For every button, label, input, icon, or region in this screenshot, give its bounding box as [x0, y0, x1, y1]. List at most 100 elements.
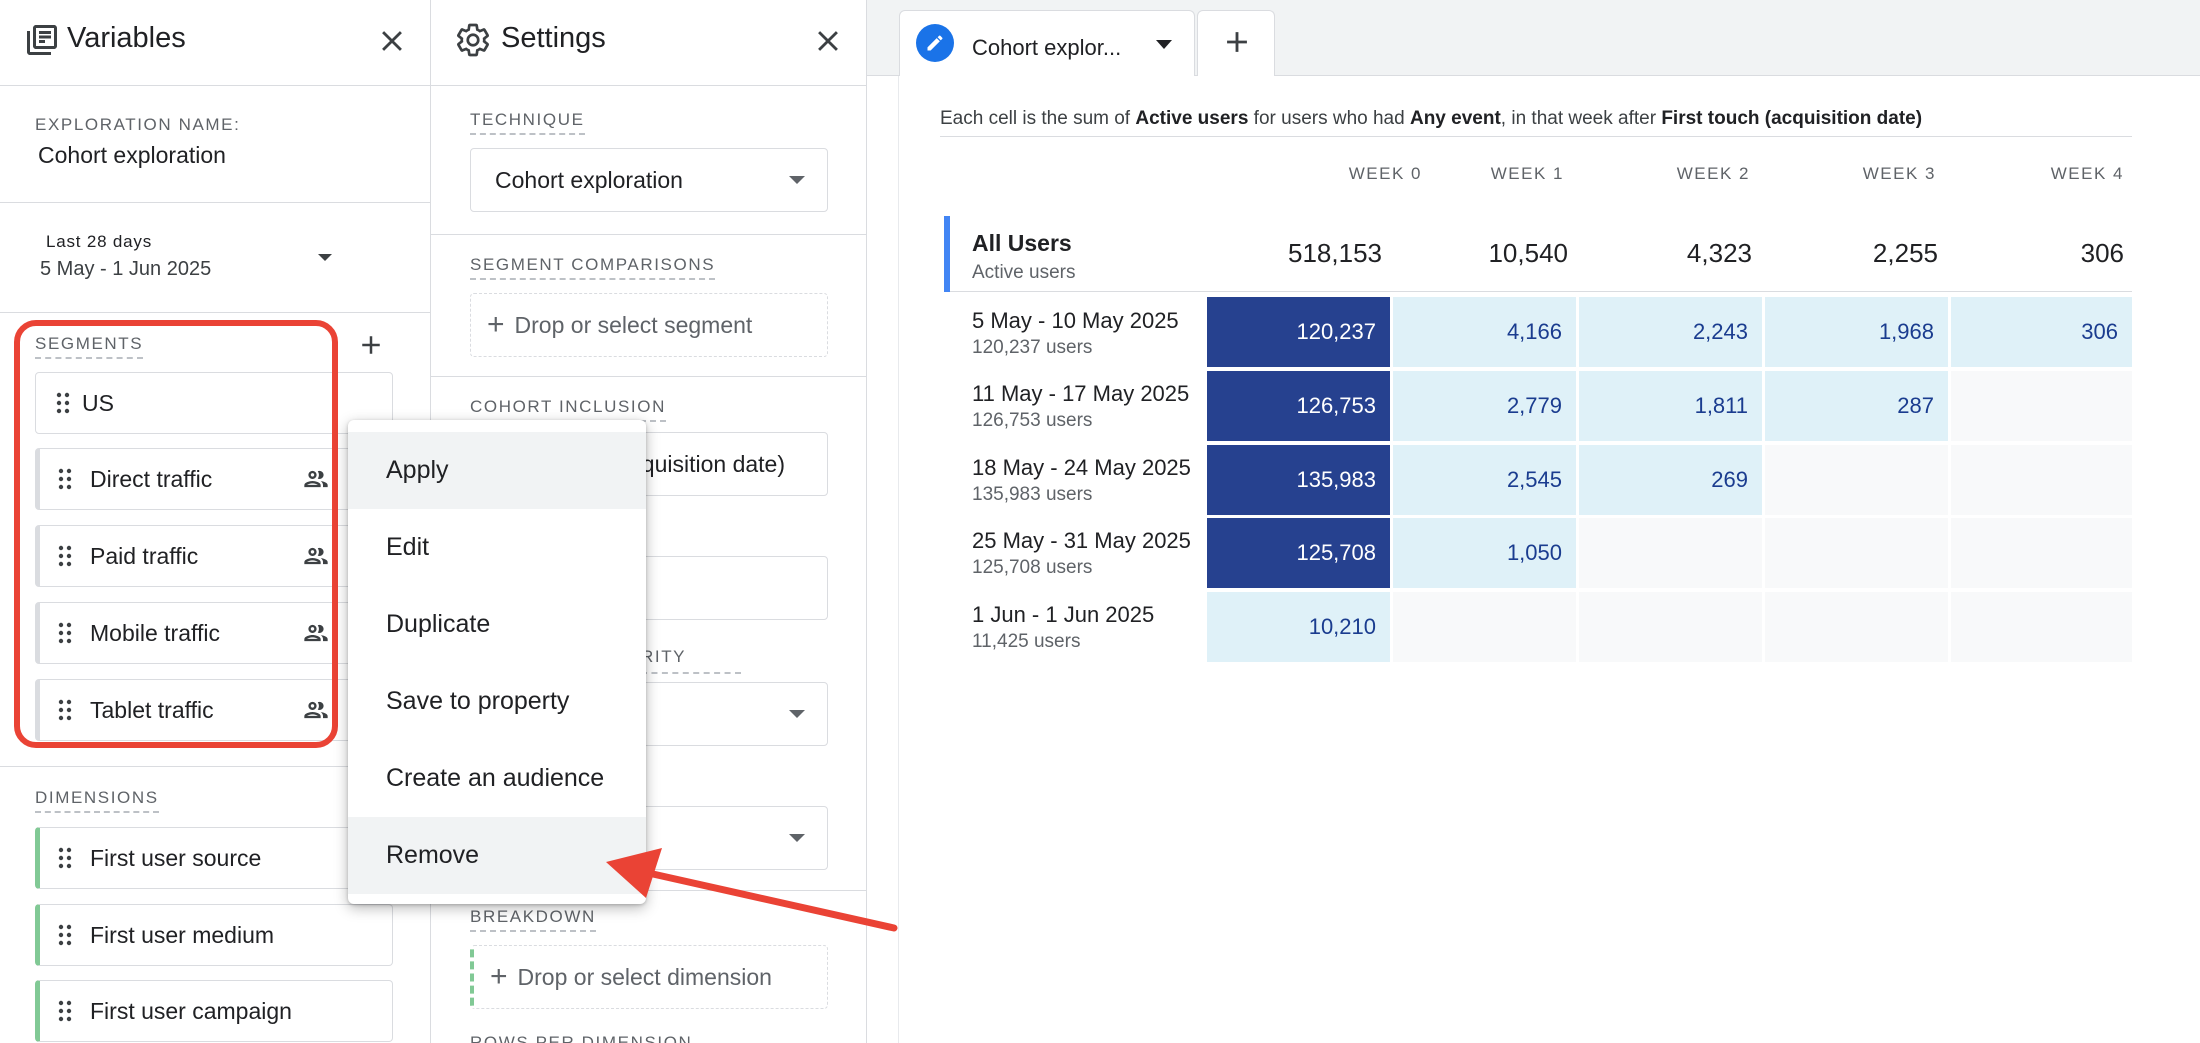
settings-title: Settings — [501, 22, 606, 54]
drag-handle-icon[interactable] — [58, 544, 72, 568]
total-value: 2,255 — [1872, 238, 1938, 268]
user-segment-icon — [304, 701, 328, 719]
cohort-inclusion-label: COHORT INCLUSION — [470, 397, 666, 422]
granularity-label: RITY — [641, 647, 687, 666]
menu-item-create-audience[interactable]: Create an audience — [348, 740, 646, 817]
drag-handle-icon[interactable] — [58, 467, 72, 491]
drag-handle-icon[interactable] — [56, 391, 70, 415]
rows-per-dimension-label: ROWS PER DIMENSION — [470, 1033, 693, 1043]
menu-item-apply[interactable]: Apply — [348, 432, 646, 509]
cohort-cell-empty — [1951, 592, 2132, 662]
date-range-picker[interactable]: Last 28 days 5 May - 1 Jun 2025 — [32, 228, 342, 288]
cohort-date: 1 Jun - 1 Jun 2025 — [972, 602, 1155, 627]
plus-icon: + — [487, 308, 505, 341]
segment-chip-us[interactable]: US — [35, 372, 393, 434]
cohort-row-label: 18 May - 24 May 2025 135,983 users — [972, 455, 1191, 506]
week-header[interactable]: WEEK 2 — [1570, 164, 1750, 184]
chevron-down-icon[interactable] — [1156, 40, 1172, 49]
settings-header: Settings — [431, 0, 866, 86]
dimension-chip-first-user-medium[interactable]: First user medium — [35, 904, 393, 966]
cohort-cell[interactable]: 135,983 — [1207, 445, 1390, 515]
label-underline — [641, 672, 741, 674]
chevron-down-icon — [789, 710, 805, 718]
cohort-users: 126,753 users — [972, 410, 1093, 431]
chevron-down-icon — [789, 176, 805, 184]
tab-label: Cohort explor... — [972, 35, 1122, 60]
cohort-cell[interactable]: 1,968 — [1765, 297, 1948, 367]
cohort-cell[interactable]: 306 — [1951, 297, 2132, 367]
user-segment-icon — [304, 470, 328, 488]
segment-label: Direct traffic — [90, 465, 213, 492]
add-tab-button[interactable] — [1197, 10, 1275, 76]
technique-label: TECHNIQUE — [470, 110, 585, 135]
dimensions-label: DIMENSIONS — [35, 788, 159, 813]
cohort-cell[interactable]: 120,237 — [1207, 297, 1390, 367]
exploration-name-field[interactable]: Cohort exploration — [38, 142, 226, 169]
total-value: 4,323 — [1686, 238, 1752, 268]
drag-handle-icon[interactable] — [58, 846, 72, 870]
menu-item-save-to-property[interactable]: Save to property — [348, 663, 646, 740]
tab-cohort-exploration[interactable]: Cohort explor... — [899, 10, 1195, 76]
edit-pencil-icon[interactable] — [916, 24, 954, 62]
drag-handle-icon[interactable] — [58, 698, 72, 722]
drag-handle-icon[interactable] — [58, 923, 72, 947]
user-segment-icon — [304, 547, 328, 565]
cohort-cell[interactable]: 269 — [1579, 445, 1762, 515]
cohort-cell-empty — [1765, 445, 1948, 515]
dimension-chip-first-user-source[interactable]: First user source — [35, 827, 393, 889]
segment-label: Tablet traffic — [90, 696, 214, 723]
cohort-cell[interactable]: 10,210 — [1207, 592, 1390, 662]
segment-chip-direct-traffic[interactable]: Direct traffic — [35, 448, 393, 510]
menu-item-duplicate[interactable]: Duplicate — [348, 586, 646, 663]
description-text: for users who had — [1248, 108, 1410, 129]
dimension-chip-first-user-campaign[interactable]: First user campaign — [35, 980, 393, 1042]
total-value: 518,153 — [1288, 238, 1382, 268]
divider — [940, 136, 2132, 137]
cohort-cell[interactable]: 126,753 — [1207, 371, 1390, 441]
divider — [0, 312, 431, 313]
menu-item-edit[interactable]: Edit — [348, 509, 646, 586]
divider — [431, 376, 867, 377]
description-event: Any event — [1409, 108, 1501, 129]
segment-chip-paid-traffic[interactable]: Paid traffic — [35, 525, 393, 587]
cohort-cell-empty — [1579, 592, 1762, 662]
date-range-badge: Last 28 days — [46, 232, 152, 252]
cohort-cell-empty — [1951, 445, 2132, 515]
segment-chip-mobile-traffic[interactable]: Mobile traffic — [35, 602, 393, 664]
segment-chip-tablet-traffic[interactable]: Tablet traffic — [35, 679, 393, 741]
cohort-row-label: 5 May - 10 May 2025 120,237 users — [972, 308, 1179, 359]
cohort-date: 5 May - 10 May 2025 — [972, 308, 1179, 333]
cohort-cell[interactable]: 2,243 — [1579, 297, 1762, 367]
cohort-inclusion-value: quisition date) — [641, 450, 785, 477]
exploration-name-label: EXPLORATION NAME: — [35, 115, 241, 134]
cohort-cell[interactable]: 2,545 — [1393, 445, 1576, 515]
week-header[interactable]: WEEK 1 — [1384, 164, 1564, 184]
week-header[interactable]: WEEK 4 — [1944, 164, 2124, 184]
cohort-cell[interactable]: 1,811 — [1579, 371, 1762, 441]
close-variables-icon[interactable] — [375, 24, 409, 58]
cohort-cell[interactable]: 125,708 — [1207, 518, 1390, 588]
close-settings-icon[interactable] — [811, 24, 845, 58]
segment-label: Paid traffic — [90, 542, 199, 569]
segment-drop-target[interactable]: + Drop or select segment — [470, 293, 828, 357]
cohort-cell[interactable]: 1,050 — [1393, 518, 1576, 588]
plus-icon: + — [490, 960, 508, 993]
cohort-cell[interactable]: 2,779 — [1393, 371, 1576, 441]
user-segment-icon — [304, 624, 328, 642]
drag-handle-icon[interactable] — [58, 621, 72, 645]
menu-item-remove[interactable]: Remove — [348, 817, 646, 894]
drag-handle-icon[interactable] — [58, 999, 72, 1023]
technique-value: Cohort exploration — [495, 166, 683, 193]
technique-select[interactable]: Cohort exploration — [470, 148, 828, 212]
cohort-cell-empty — [1765, 592, 1948, 662]
cohort-cell[interactable]: 287 — [1765, 371, 1948, 441]
week-header[interactable]: WEEK 3 — [1756, 164, 1936, 184]
cohort-cell-empty — [1765, 518, 1948, 588]
add-segment-icon[interactable] — [356, 330, 386, 360]
cohort-cell[interactable]: 4,166 — [1393, 297, 1576, 367]
cohort-users: 11,425 users — [972, 631, 1081, 652]
description-text: Each cell is the sum of — [940, 108, 1136, 129]
breakdown-drop-target[interactable]: + Drop or select dimension — [470, 945, 828, 1009]
segment-label: US — [82, 389, 114, 416]
total-row-metric: Active users — [972, 262, 1076, 283]
